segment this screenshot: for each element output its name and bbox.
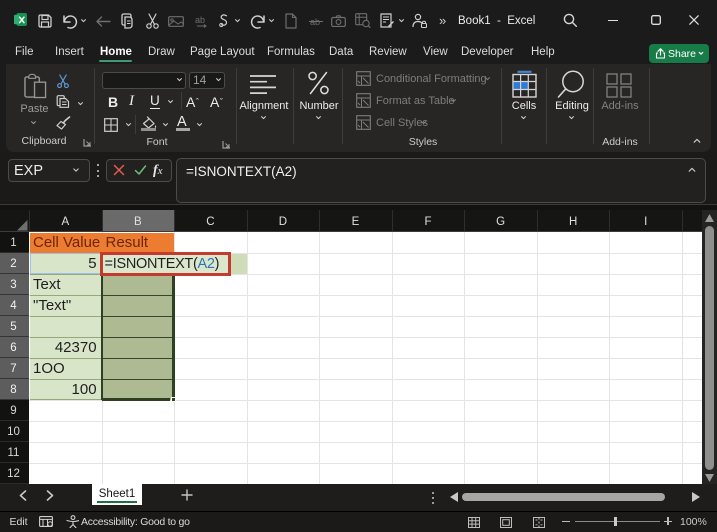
- svg-text:ab: ab: [195, 15, 205, 25]
